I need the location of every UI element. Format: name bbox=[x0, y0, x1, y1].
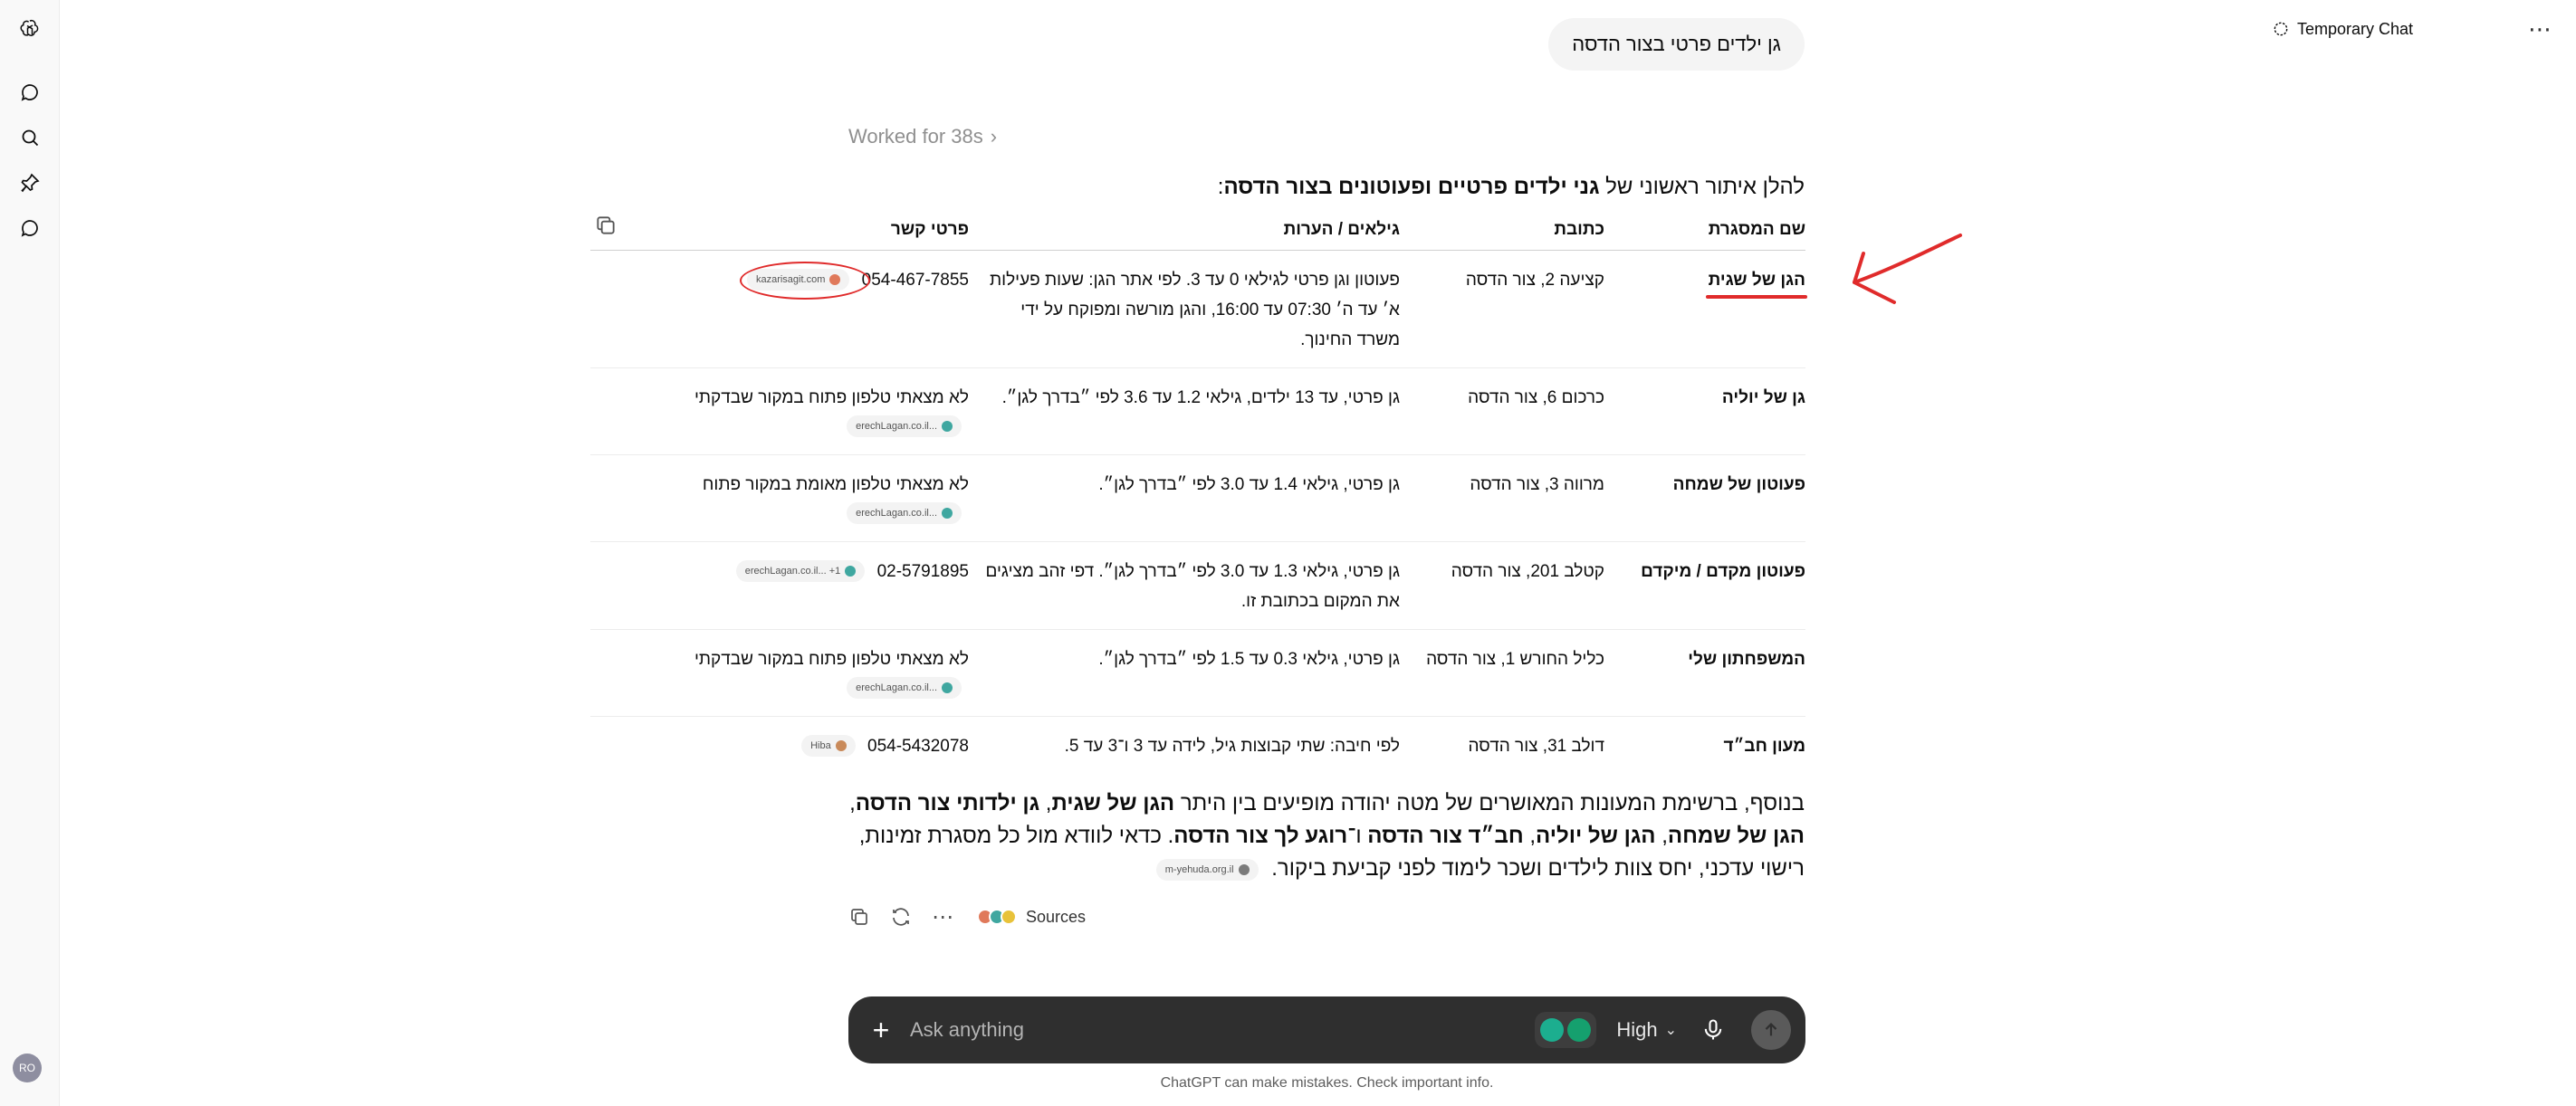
temporary-chat-icon bbox=[2274, 22, 2288, 36]
row-notes: גן פרטי, גילאי 0.3 עד 1.5 לפי ״בדרך לגן״… bbox=[969, 629, 1400, 717]
table-row: מעון חב״ד דולב 31, צור הדסה לפי חיבה: שת… bbox=[590, 716, 1805, 774]
source-favicon-icon bbox=[829, 274, 841, 286]
send-button[interactable] bbox=[1751, 1010, 1791, 1050]
new-chat-icon[interactable] bbox=[12, 74, 48, 110]
source-chip[interactable]: erechLagan.co.il... bbox=[847, 502, 962, 525]
chevron-right-icon: › bbox=[990, 125, 998, 148]
disclaimer: ChatGPT can make mistakes. Check importa… bbox=[1160, 1075, 1494, 1091]
header-address: כתובת bbox=[1400, 210, 1604, 251]
contact-phone: 054-467-7855 bbox=[861, 270, 969, 290]
contact-text: לא מצאתי טלפון פתוח במקור שבדקתי bbox=[694, 649, 969, 669]
row-address: כרכום 6, צור הדסה bbox=[1400, 367, 1604, 455]
row-contact: 02-5791895 erechLagan.co.il... +1 bbox=[590, 541, 969, 630]
contact-phone: 02-5791895 bbox=[876, 561, 969, 581]
more-actions-icon[interactable]: ⋯ bbox=[932, 904, 953, 930]
kindergarten-table: שם המסגרת כתובת גילאים / הערות פרטי קשר … bbox=[590, 210, 1805, 774]
contact-text: לא מצאתי טלפון מאומת במקור פתוח bbox=[702, 474, 969, 494]
extension-badge[interactable] bbox=[1535, 1012, 1597, 1048]
row-contact: 054-467-7855 kazarisagit.com bbox=[590, 250, 969, 368]
source-favicons bbox=[977, 909, 1017, 925]
row-address: דולב 31, צור הדסה bbox=[1468, 736, 1604, 756]
copy-icon[interactable] bbox=[848, 906, 870, 928]
table-row: פעוטון של שמחה מרווה 3, צור הדסה גן פרטי… bbox=[590, 454, 1805, 542]
temporary-chat-label: Temporary Chat bbox=[2296, 19, 2413, 38]
table-row: גן של יוליה כרכום 6, צור הדסה גן פרטי, ע… bbox=[590, 367, 1805, 455]
source-chip[interactable]: m-yehuda.org.il bbox=[1155, 858, 1259, 881]
row-notes: לפי חיבה: שתי קבוצות גיל, לידה עד 3 ו־3 … bbox=[1064, 736, 1400, 756]
table-row: המשפחתון שלי כליל החורש 1, צור הדסה גן פ… bbox=[590, 629, 1805, 717]
chats-icon[interactable] bbox=[12, 210, 48, 246]
assistant-summary: בנוסף, ברשימת המעונות המאושרים של מטה יה… bbox=[849, 791, 1805, 881]
search-icon[interactable] bbox=[12, 119, 48, 156]
worked-for-label: Worked for 38s bbox=[848, 125, 983, 148]
intro-text: להלן איתור ראשוני של bbox=[1599, 175, 1805, 199]
microphone-icon[interactable] bbox=[1700, 1017, 1726, 1043]
model-selector[interactable]: High ⌄ bbox=[1616, 1018, 1677, 1042]
grammarly-icon bbox=[1567, 1018, 1592, 1042]
row-notes: פעוטון וגן פרטי לגילאי 0 עד 3. לפי אתר ה… bbox=[969, 250, 1400, 368]
source-favicon-icon bbox=[942, 682, 953, 694]
prompt-input[interactable] bbox=[910, 1018, 1536, 1042]
row-address: קציעה 2, צור הדסה bbox=[1400, 250, 1604, 368]
add-attachment-button[interactable]: + bbox=[863, 1012, 899, 1048]
row-name: הגן של שגית bbox=[1604, 250, 1805, 368]
red-annotation-underline bbox=[1706, 295, 1807, 299]
row-notes: גן פרטי, עד 13 ילדים, גילאי 1.2 עד 3.6 ל… bbox=[969, 367, 1400, 455]
temporary-chat-button[interactable]: Temporary Chat bbox=[2272, 16, 2413, 42]
source-favicon-icon bbox=[835, 740, 847, 752]
row-address: מרווה 3, צור הדסה bbox=[1400, 454, 1604, 542]
row-address: כליל החורש 1, צור הדסה bbox=[1400, 629, 1604, 717]
message-actions: ⋯ Sources bbox=[848, 903, 1086, 930]
row-contact: לא מצאתי טלפון פתוח במקור שבדקתי erechLa… bbox=[590, 367, 969, 455]
red-annotation-arrow bbox=[1853, 234, 1962, 304]
sidebar: RO bbox=[0, 0, 60, 1106]
source-chip[interactable]: Hiba bbox=[801, 735, 856, 758]
source-chip[interactable]: erechLagan.co.il... bbox=[847, 677, 962, 700]
table-header-row: שם המסגרת כתובת גילאים / הערות פרטי קשר bbox=[590, 210, 1805, 251]
openai-logo-icon[interactable] bbox=[12, 11, 48, 47]
sources-label: Sources bbox=[1026, 907, 1087, 926]
table-row: הגן של שגית קציעה 2, צור הדסה פעוטון וגן… bbox=[590, 250, 1805, 368]
row-name: מעון חב״ד bbox=[1723, 736, 1805, 756]
row-name: פעוטון של שמחה bbox=[1604, 454, 1805, 542]
contact-phone: 054-5432078 bbox=[867, 736, 969, 756]
worked-for-toggle[interactable]: Worked for 38s › bbox=[848, 125, 997, 148]
row-address: קטלב 201, צור הדסה bbox=[1400, 541, 1604, 630]
assistant-intro: להלן איתור ראשוני של גני ילדים פרטיים ופ… bbox=[845, 172, 1805, 203]
table-row: פעוטון מקדם / מיקדם קטלב 201, צור הדסה ג… bbox=[590, 541, 1805, 630]
source-favicon-icon bbox=[942, 421, 953, 433]
source-chip[interactable]: erechLagan.co.il... bbox=[847, 415, 962, 438]
more-options-icon[interactable]: ⋯ bbox=[2523, 13, 2556, 45]
source-favicon-icon bbox=[1238, 863, 1250, 875]
source-favicon-icon bbox=[942, 508, 953, 520]
sources-button[interactable]: Sources bbox=[977, 908, 1086, 927]
row-contact: לא מצאתי טלפון מאומת במקור פתוח erechLag… bbox=[590, 454, 969, 542]
row-notes: גן פרטי, גילאי 1.3 עד 3.0 לפי ״בדרך לגן״… bbox=[969, 541, 1400, 630]
regenerate-icon[interactable] bbox=[890, 906, 912, 928]
avatar[interactable]: RO bbox=[13, 1054, 42, 1082]
header-notes: גילאים / הערות bbox=[969, 210, 1400, 251]
source-chip[interactable]: kazarisagit.com bbox=[739, 262, 870, 300]
pin-icon[interactable] bbox=[12, 165, 48, 201]
header-contact: פרטי קשר bbox=[590, 210, 969, 251]
row-contact: לא מצאתי טלפון פתוח במקור שבדקתי erechLa… bbox=[590, 629, 969, 717]
source-favicon-icon bbox=[845, 566, 857, 577]
extension-icon bbox=[1540, 1018, 1565, 1042]
row-notes: גן פרטי, גילאי 1.4 עד 3.0 לפי ״בדרך לגן״… bbox=[969, 454, 1400, 542]
composer: + High ⌄ bbox=[848, 996, 1805, 1063]
contact-text: לא מצאתי טלפון פתוח במקור שבדקתי bbox=[694, 387, 969, 407]
row-contact: 054-5432078 Hiba bbox=[590, 716, 969, 774]
row-name: המשפחתון שלי bbox=[1604, 629, 1805, 717]
source-chip[interactable]: erechLagan.co.il... +1 bbox=[735, 560, 866, 583]
arrow-up-icon bbox=[1765, 1023, 1777, 1036]
chevron-down-icon: ⌄ bbox=[1664, 1023, 1677, 1038]
row-name: גן של יוליה bbox=[1604, 367, 1805, 455]
user-message: גן ילדים פרטי בצור הדסה bbox=[1548, 18, 1805, 71]
header-name: שם המסגרת bbox=[1604, 210, 1805, 251]
intro-bold: גני ילדים פרטיים ופעוטונים בצור הדסה bbox=[1223, 175, 1600, 199]
row-name: פעוטון מקדם / מיקדם bbox=[1604, 541, 1805, 630]
